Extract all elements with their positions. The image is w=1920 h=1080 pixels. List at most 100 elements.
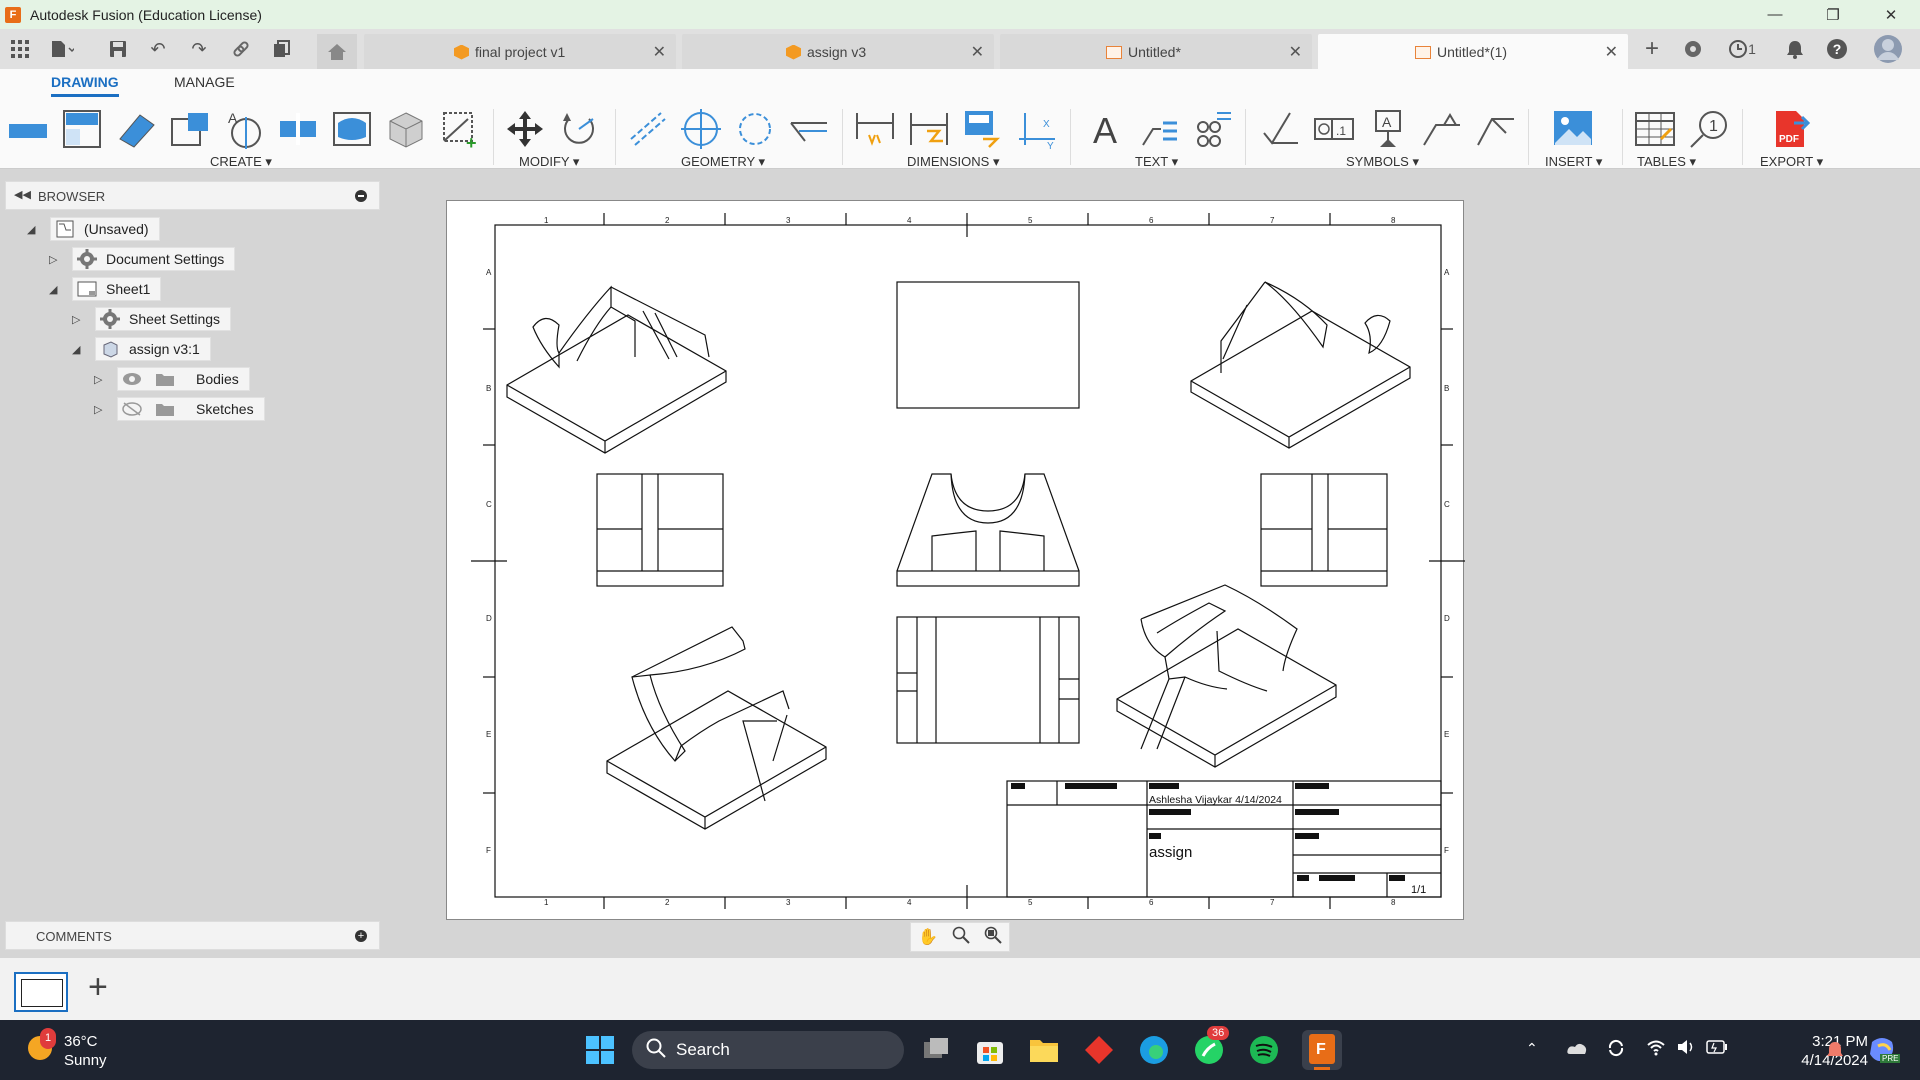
baseline-dimension-icon[interactable] [963,109,1003,149]
leader-icon[interactable] [1139,109,1179,149]
tree-node-sheet1[interactable]: Sheet1 [72,277,162,301]
tab-close-icon[interactable]: ✕ [1605,42,1618,62]
tab-untitled-1[interactable]: Untitled*(1) ✕ [1318,34,1628,69]
redo-icon[interactable]: ↷ [187,37,211,61]
edge-symbol-icon[interactable] [1476,109,1516,149]
tree-root-node[interactable]: (Unsaved) [50,217,160,241]
symbols-group-label[interactable]: SYMBOLS ▾ [1346,154,1419,170]
tab-final-project[interactable]: final project v1 ✕ [364,34,676,69]
browser-panel-header[interactable]: ◀◀ BROWSER [5,181,380,210]
export-group-label[interactable]: EXPORT ▾ [1760,154,1823,170]
break-out-icon[interactable] [332,109,372,149]
ribbon-tab-manage[interactable]: MANAGE [174,74,235,94]
balloon-icon[interactable] [1193,109,1233,149]
tree-node-document-settings[interactable]: Document Settings [72,247,236,271]
tree-node-sketches[interactable]: Sketches [117,397,265,421]
onedrive-weather-icon[interactable] [1566,1040,1588,1063]
data-panel-icon[interactable] [270,37,294,61]
comments-panel[interactable]: COMMENTS + [5,921,380,950]
dimensions-group-label[interactable]: DIMENSIONS ▾ [907,154,999,170]
expand-arrow-icon[interactable]: ◢ [49,283,57,296]
undo-icon[interactable]: ↶ [146,37,170,61]
tab-assign-v3[interactable]: assign v3 ✕ [682,34,994,69]
break-view-icon[interactable] [278,109,318,149]
insert-group-label[interactable]: INSERT ▾ [1545,154,1602,170]
file-explorer-icon[interactable] [1028,1034,1060,1066]
add-comment-icon[interactable]: + [355,930,367,942]
edge-extension-icon[interactable] [789,109,829,149]
iso-view-icon[interactable] [386,109,426,149]
eye-visible-icon[interactable] [121,369,143,389]
new-tab-icon[interactable]: + [1640,35,1664,62]
save-icon[interactable] [106,37,130,61]
ordinate-dimension-icon[interactable] [909,109,949,149]
file-menu-icon[interactable] [50,37,74,61]
move-icon[interactable] [505,109,545,149]
expand-arrow-icon[interactable]: ▷ [49,253,57,266]
zoom-icon[interactable] [952,926,970,949]
battery-icon[interactable] [1706,1040,1728,1059]
minimize-button[interactable]: — [1746,0,1804,29]
base-view-icon[interactable] [8,109,48,149]
tab-close-icon[interactable]: ✕ [653,42,666,62]
datum-identifier-icon[interactable]: A [1368,109,1408,149]
table-icon[interactable] [1635,109,1675,149]
ribbon-tab-drawing[interactable]: DRAWING [51,74,119,97]
center-mark-pattern-icon[interactable] [735,109,775,149]
user-avatar[interactable] [1873,34,1903,64]
volume-icon[interactable] [1676,1038,1696,1061]
show-hidden-icons[interactable]: ⌃ [1526,1040,1538,1057]
minimize-panel-icon[interactable] [355,190,367,202]
geometry-group-label[interactable]: GEOMETRY ▾ [681,154,765,170]
notifications-bell-icon[interactable] [1783,37,1807,61]
eye-hidden-icon[interactable] [121,399,143,419]
apps-grid-icon[interactable] [8,37,32,61]
dimension-icon[interactable] [855,109,895,149]
app-diamond-icon[interactable] [1083,1034,1115,1066]
task-view-icon[interactable] [920,1034,952,1066]
center-mark-icon[interactable]: A [224,109,264,149]
modify-group-label[interactable]: MODIFY ▾ [519,154,579,170]
tab-close-icon[interactable]: ✕ [1289,42,1302,62]
detail-view-icon[interactable] [170,109,210,149]
tables-group-label[interactable]: TABLES ▾ [1637,154,1696,170]
copilot-icon[interactable]: PRE [1866,1034,1901,1071]
tab-untitled[interactable]: Untitled* ✕ [1000,34,1312,69]
export-pdf-icon[interactable]: PDF [1770,109,1810,149]
job-status-icon[interactable]: 1 [1722,37,1762,61]
sketch-create-icon[interactable]: + [440,109,480,149]
collapse-panel-icon[interactable]: ◀◀ [14,188,31,201]
create-group-label[interactable]: CREATE ▾ [210,154,272,170]
expand-arrow-icon[interactable]: ▷ [72,313,80,326]
close-window-button[interactable]: ✕ [1862,0,1920,29]
home-tab[interactable] [317,34,357,69]
whatsapp-icon[interactable]: 36 [1193,1026,1230,1066]
add-sheet-icon[interactable]: + [88,968,108,1007]
projected-view-icon[interactable] [62,109,102,149]
text-icon[interactable]: A [1085,109,1125,149]
taskbar-search-box[interactable]: Search [632,1031,904,1069]
centerline-icon[interactable] [627,109,667,149]
rotate-icon[interactable] [559,109,599,149]
ordinate-xy-icon[interactable]: XY [1017,109,1057,149]
surface-texture-icon[interactable] [1260,109,1300,149]
fusion-taskbar-icon[interactable]: F [1302,1030,1342,1070]
ms-store-icon[interactable] [974,1034,1006,1066]
feature-control-frame-icon[interactable]: .1 [1314,109,1354,149]
expand-arrow-icon[interactable]: ◢ [27,223,35,236]
restore-button[interactable]: ❐ [1804,0,1862,29]
edge-browser-icon[interactable] [1138,1034,1170,1066]
expand-arrow-icon[interactable]: ▷ [94,373,102,386]
notification-bell-icon[interactable] [1826,1040,1844,1065]
help-icon[interactable]: ? [1825,37,1849,61]
pan-hand-icon[interactable]: ✋ [918,927,938,947]
drawing-sheet[interactable]: 1 2 3 4 5 6 7 8 1 2 3 4 5 6 7 8 A B C D … [446,200,1465,920]
tab-close-icon[interactable]: ✕ [971,42,984,62]
sheet-thumbnail[interactable] [14,972,68,1012]
expand-arrow-icon[interactable]: ▷ [94,403,102,416]
text-group-label[interactable]: TEXT ▾ [1135,154,1178,170]
weather-widget[interactable]: 1 36°C Sunny [28,1028,107,1070]
expand-arrow-icon[interactable]: ◢ [72,343,80,356]
spotify-icon[interactable] [1248,1034,1280,1066]
start-windows-icon[interactable] [584,1034,616,1066]
